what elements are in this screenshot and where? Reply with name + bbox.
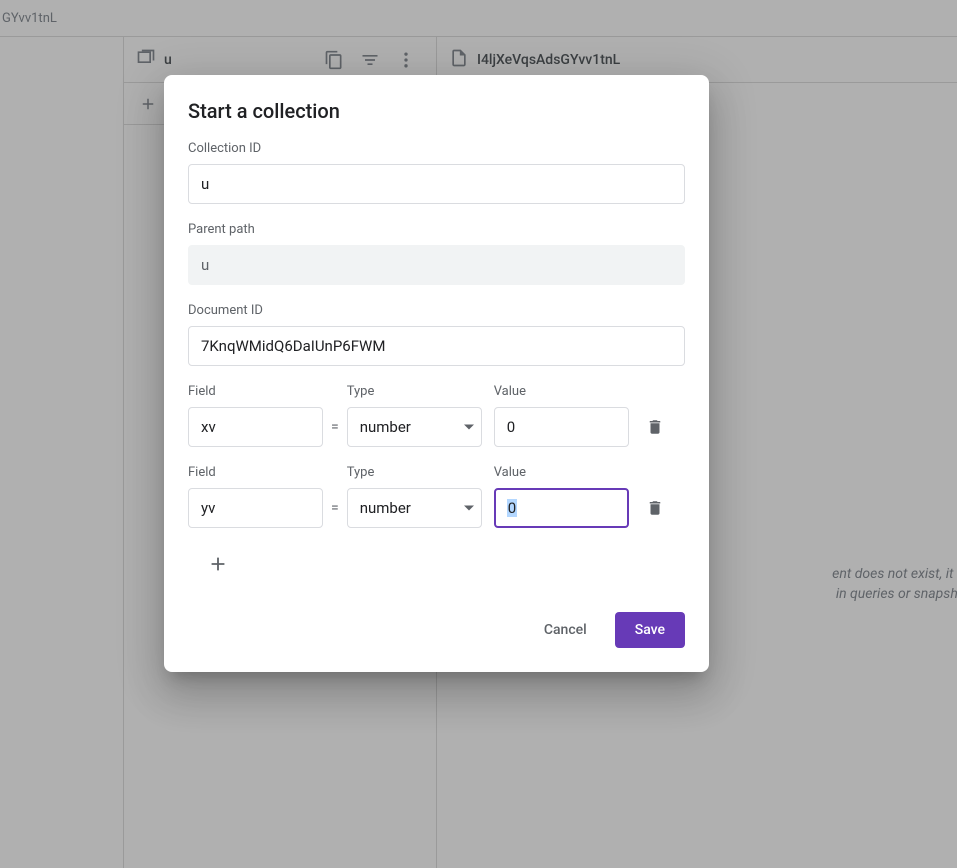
field-value-label: Value [494, 384, 629, 399]
field-type-label: Type [347, 384, 482, 399]
field-row: Field = Type number Value [188, 384, 685, 447]
delete-field-button[interactable] [641, 407, 669, 447]
parent-path-group: Parent path [188, 222, 685, 285]
field-type-select[interactable]: number [347, 407, 482, 447]
field-row: Field = Type number Value 0 [188, 465, 685, 528]
start-collection-dialog: Start a collection Collection ID Parent … [164, 75, 709, 672]
equals-sign: = [331, 488, 339, 528]
field-name-label: Field [188, 465, 323, 480]
field-value-input[interactable] [494, 407, 629, 447]
field-name-input[interactable] [188, 407, 323, 447]
collection-id-group: Collection ID [188, 141, 685, 204]
field-type-select[interactable]: number [347, 488, 482, 528]
parent-path-label: Parent path [188, 222, 685, 237]
chevron-down-icon [464, 506, 474, 511]
field-name-label: Field [188, 384, 323, 399]
parent-path-input [188, 245, 685, 285]
equals-sign: = [331, 407, 339, 447]
collection-id-input[interactable] [188, 164, 685, 204]
dialog-title: Start a collection [188, 99, 685, 123]
field-name-input[interactable] [188, 488, 323, 528]
document-id-input[interactable] [188, 326, 685, 366]
dialog-actions: Cancel Save [188, 612, 685, 648]
field-type-label: Type [347, 465, 482, 480]
field-value-input[interactable]: 0 [494, 488, 629, 528]
save-button[interactable]: Save [615, 612, 685, 648]
document-id-label: Document ID [188, 303, 685, 318]
cancel-button[interactable]: Cancel [524, 612, 607, 648]
collection-id-label: Collection ID [188, 141, 685, 156]
document-id-group: Document ID [188, 303, 685, 366]
add-field-button[interactable] [200, 546, 236, 582]
field-value-label: Value [494, 465, 629, 480]
delete-field-button[interactable] [641, 488, 669, 528]
chevron-down-icon [464, 425, 474, 430]
